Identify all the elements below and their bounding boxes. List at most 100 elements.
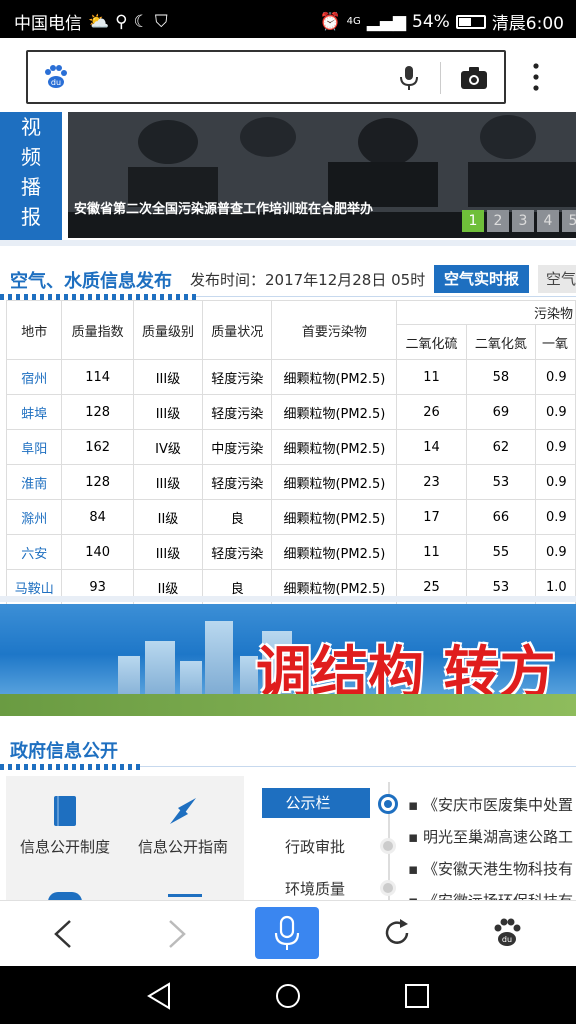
index-cell: 84 (61, 499, 134, 535)
so2-cell: 23 (396, 464, 467, 500)
status-cell: 轻度污染 (202, 394, 273, 430)
status-cell: 轻度污染 (202, 464, 273, 500)
back-icon[interactable] (52, 919, 74, 953)
status-cell: 中度污染 (202, 429, 273, 465)
co-cell: 0.9 (535, 464, 576, 500)
level-cell: III级 (132, 534, 204, 570)
co-cell: 0.9 (535, 359, 576, 395)
col-primary: 首要污染物 (271, 300, 398, 360)
so2-cell: 14 (396, 429, 467, 465)
so2-cell: 11 (396, 534, 467, 570)
city-cell[interactable]: 宿州 (5, 359, 63, 395)
camera-icon[interactable] (460, 66, 488, 90)
no2-cell: 58 (465, 359, 537, 395)
section-wave-border (0, 764, 140, 770)
table-row: 六安 140 III级 轻度污染 细颗粒物(PM2.5) 11 55 0.9 (5, 534, 576, 570)
divider (440, 62, 441, 94)
no2-cell: 53 (465, 464, 537, 500)
search-input[interactable]: du (26, 50, 506, 104)
tile-disclosure-guide[interactable]: 信息公开指南 (128, 794, 238, 857)
air-section-title: 空气、水质信息发布 (10, 271, 172, 292)
so2-cell: 11 (396, 359, 467, 395)
status-cell: 良 (202, 499, 273, 535)
level-cell: III级 (132, 359, 204, 395)
carousel-page-1[interactable]: 1 (462, 210, 484, 232)
promo-banner[interactable]: 调结构 转方 (0, 604, 576, 716)
clock-label: 清晨6:00 (491, 14, 564, 34)
table-row: 阜阳 162 IV级 中度污染 细颗粒物(PM2.5) 14 62 0.9 (5, 429, 576, 465)
system-home-icon[interactable] (274, 982, 302, 1014)
gov-info-section: 政府信息公开 信息公开制度 信息公开指南 公示栏 行政审批 环境质量 ▪ 《安庆… (0, 720, 576, 900)
system-nav-bar (0, 966, 576, 1024)
section-divider (0, 240, 576, 246)
primary-cell: 细颗粒物(PM2.5) (271, 429, 398, 465)
col-so2: 二氧化硫 (396, 324, 467, 360)
co-cell: 0.9 (535, 394, 576, 430)
level-cell: III级 (132, 464, 204, 500)
menu-env-quality[interactable]: 环境质量 (285, 878, 345, 899)
carousel-page-4[interactable]: 4 (537, 210, 559, 232)
browser-search-bar: du (0, 38, 576, 114)
tile-label: 信息公开指南 (137, 838, 228, 856)
baidu-home-icon[interactable]: du (492, 917, 522, 953)
carousel-page-2[interactable]: 2 (487, 210, 509, 232)
compass-icon (170, 798, 196, 824)
primary-cell: 细颗粒物(PM2.5) (271, 359, 398, 395)
voice-search-button[interactable] (255, 907, 319, 959)
city-cell[interactable]: 蚌埠 (5, 394, 63, 430)
system-recents-icon[interactable] (404, 983, 430, 1013)
index-cell: 140 (61, 534, 134, 570)
timeline-dot-active (378, 794, 398, 814)
alarm-icon: ⏰ (319, 11, 341, 32)
level-cell: IV级 (132, 429, 204, 465)
table-row: 蚌埠 128 III级 轻度污染 细颗粒物(PM2.5) 26 69 0.9 (5, 394, 576, 430)
carrier-label: 中国电信 (14, 14, 82, 34)
menu-admin-approval[interactable]: 行政审批 (285, 836, 345, 857)
city-cell[interactable]: 阜阳 (5, 429, 63, 465)
index-cell: 128 (61, 464, 134, 500)
news-item[interactable]: ▪ 《安庆市医废集中处置 (408, 794, 573, 815)
video-caption[interactable]: 安徽省第二次全国污染源普查工作培训班在合肥举办 (74, 198, 373, 217)
index-cell: 162 (61, 429, 134, 465)
primary-cell: 细颗粒物(PM2.5) (271, 464, 398, 500)
moon-icon: ☾ (133, 11, 149, 32)
underline (196, 296, 576, 297)
air-quality-table: 地市 质量指数 质量级别 质量状况 首要污染物 污染物 二氧化硫 二氧化氮 一氧… (5, 300, 576, 605)
status-bar: 中国电信 ⛅ ⚲ ☾ ⛉ ⏰ 4G ▂▄▆ 54% 清晨6:00 (0, 0, 576, 38)
timeline-dot (380, 880, 396, 896)
network-label: 4G (346, 16, 361, 27)
city-cell[interactable]: 淮南 (5, 464, 63, 500)
shield-icon: ⛉ (154, 11, 168, 32)
index-cell: 114 (61, 359, 134, 395)
city-cell[interactable]: 六安 (5, 534, 63, 570)
table-bottom-bar (0, 596, 576, 602)
so2-cell: 17 (396, 499, 467, 535)
menu-bulletin[interactable]: 公示栏 (262, 792, 354, 813)
col-level: 质量级别 (132, 300, 204, 360)
tab-air-realtime[interactable]: 空气实时报 (434, 265, 529, 293)
tile-disclosure-policy[interactable]: 信息公开制度 (10, 794, 120, 857)
tab-air-other[interactable]: 空气 (538, 265, 576, 293)
book-icon (54, 796, 76, 826)
system-back-icon[interactable] (146, 982, 172, 1014)
news-item[interactable]: ▪ 《安徽天港生物科技有 (408, 858, 573, 879)
status-cell: 轻度污染 (202, 534, 273, 570)
table-row: 宿州 114 III级 轻度污染 细颗粒物(PM2.5) 11 58 0.9 (5, 359, 576, 395)
col-no2: 二氧化氮 (465, 324, 537, 360)
refresh-icon[interactable] (382, 918, 412, 952)
status-cell: 轻度污染 (202, 359, 273, 395)
browser-bottom-nav: du (0, 900, 576, 966)
search-status-icon: ⚲ (115, 11, 128, 32)
microphone-icon[interactable] (398, 64, 420, 92)
more-menu-icon[interactable] (532, 62, 540, 92)
no2-cell: 69 (465, 394, 537, 430)
forward-icon[interactable] (166, 919, 188, 953)
col-city: 地市 (5, 300, 63, 360)
carousel-page-3[interactable]: 3 (512, 210, 534, 232)
tile-label: 信息公开制度 (19, 838, 110, 856)
no2-cell: 62 (465, 429, 537, 465)
city-cell[interactable]: 滁州 (5, 499, 63, 535)
news-item[interactable]: ▪ 《安徽远扬环保科技有 (408, 890, 573, 900)
news-item[interactable]: ▪ 明光至巢湖高速公路工 (408, 826, 573, 847)
carousel-page-5[interactable]: 5 (562, 210, 576, 232)
